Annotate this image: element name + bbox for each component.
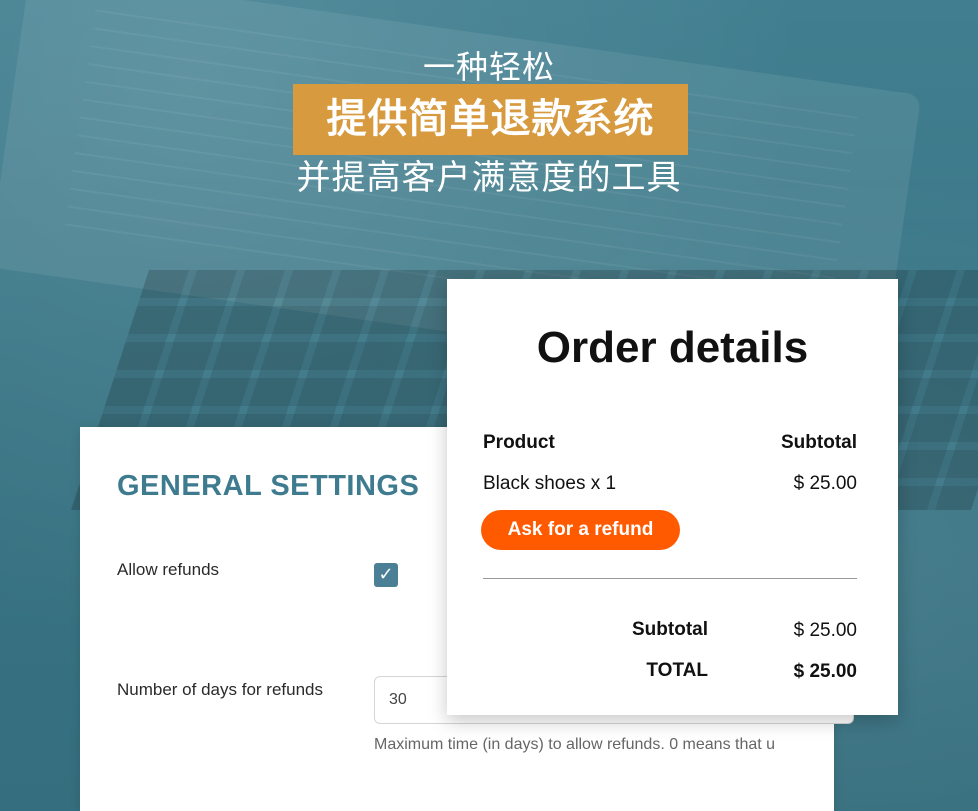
subtotal-label: Subtotal xyxy=(632,619,708,640)
checkmark-icon: ✓ xyxy=(378,564,394,585)
hero-highlight-line: 提供简单退款系统 xyxy=(293,84,688,155)
hero-line-1: 一种轻松 xyxy=(422,48,555,86)
allow-refunds-label: Allow refunds xyxy=(117,560,220,579)
column-subtotal-header: Subtotal xyxy=(781,432,857,453)
ask-for-refund-button[interactable]: Ask for a refund xyxy=(481,510,680,550)
hero-line-3: 并提高客户满意度的工具 xyxy=(296,158,682,198)
order-item-name: Black shoes x 1 xyxy=(483,473,617,494)
column-product-header: Product xyxy=(483,432,555,453)
settings-title: GENERAL SETTINGS xyxy=(117,470,420,502)
days-for-refunds-label: Number of days for refunds xyxy=(117,680,323,699)
total-value: $ 25.00 xyxy=(793,661,857,682)
total-label: TOTAL xyxy=(646,660,708,681)
subtotal-value: $ 25.00 xyxy=(793,620,857,641)
order-item-price: $ 25.00 xyxy=(793,473,857,494)
allow-refunds-checkbox[interactable]: ✓ xyxy=(374,563,398,587)
order-details-title: Order details xyxy=(536,323,809,372)
order-divider xyxy=(483,578,857,579)
order-details-card: Order details Product Subtotal Black sho… xyxy=(447,279,898,715)
days-help-text: Maximum time (in days) to allow refunds.… xyxy=(374,736,776,753)
